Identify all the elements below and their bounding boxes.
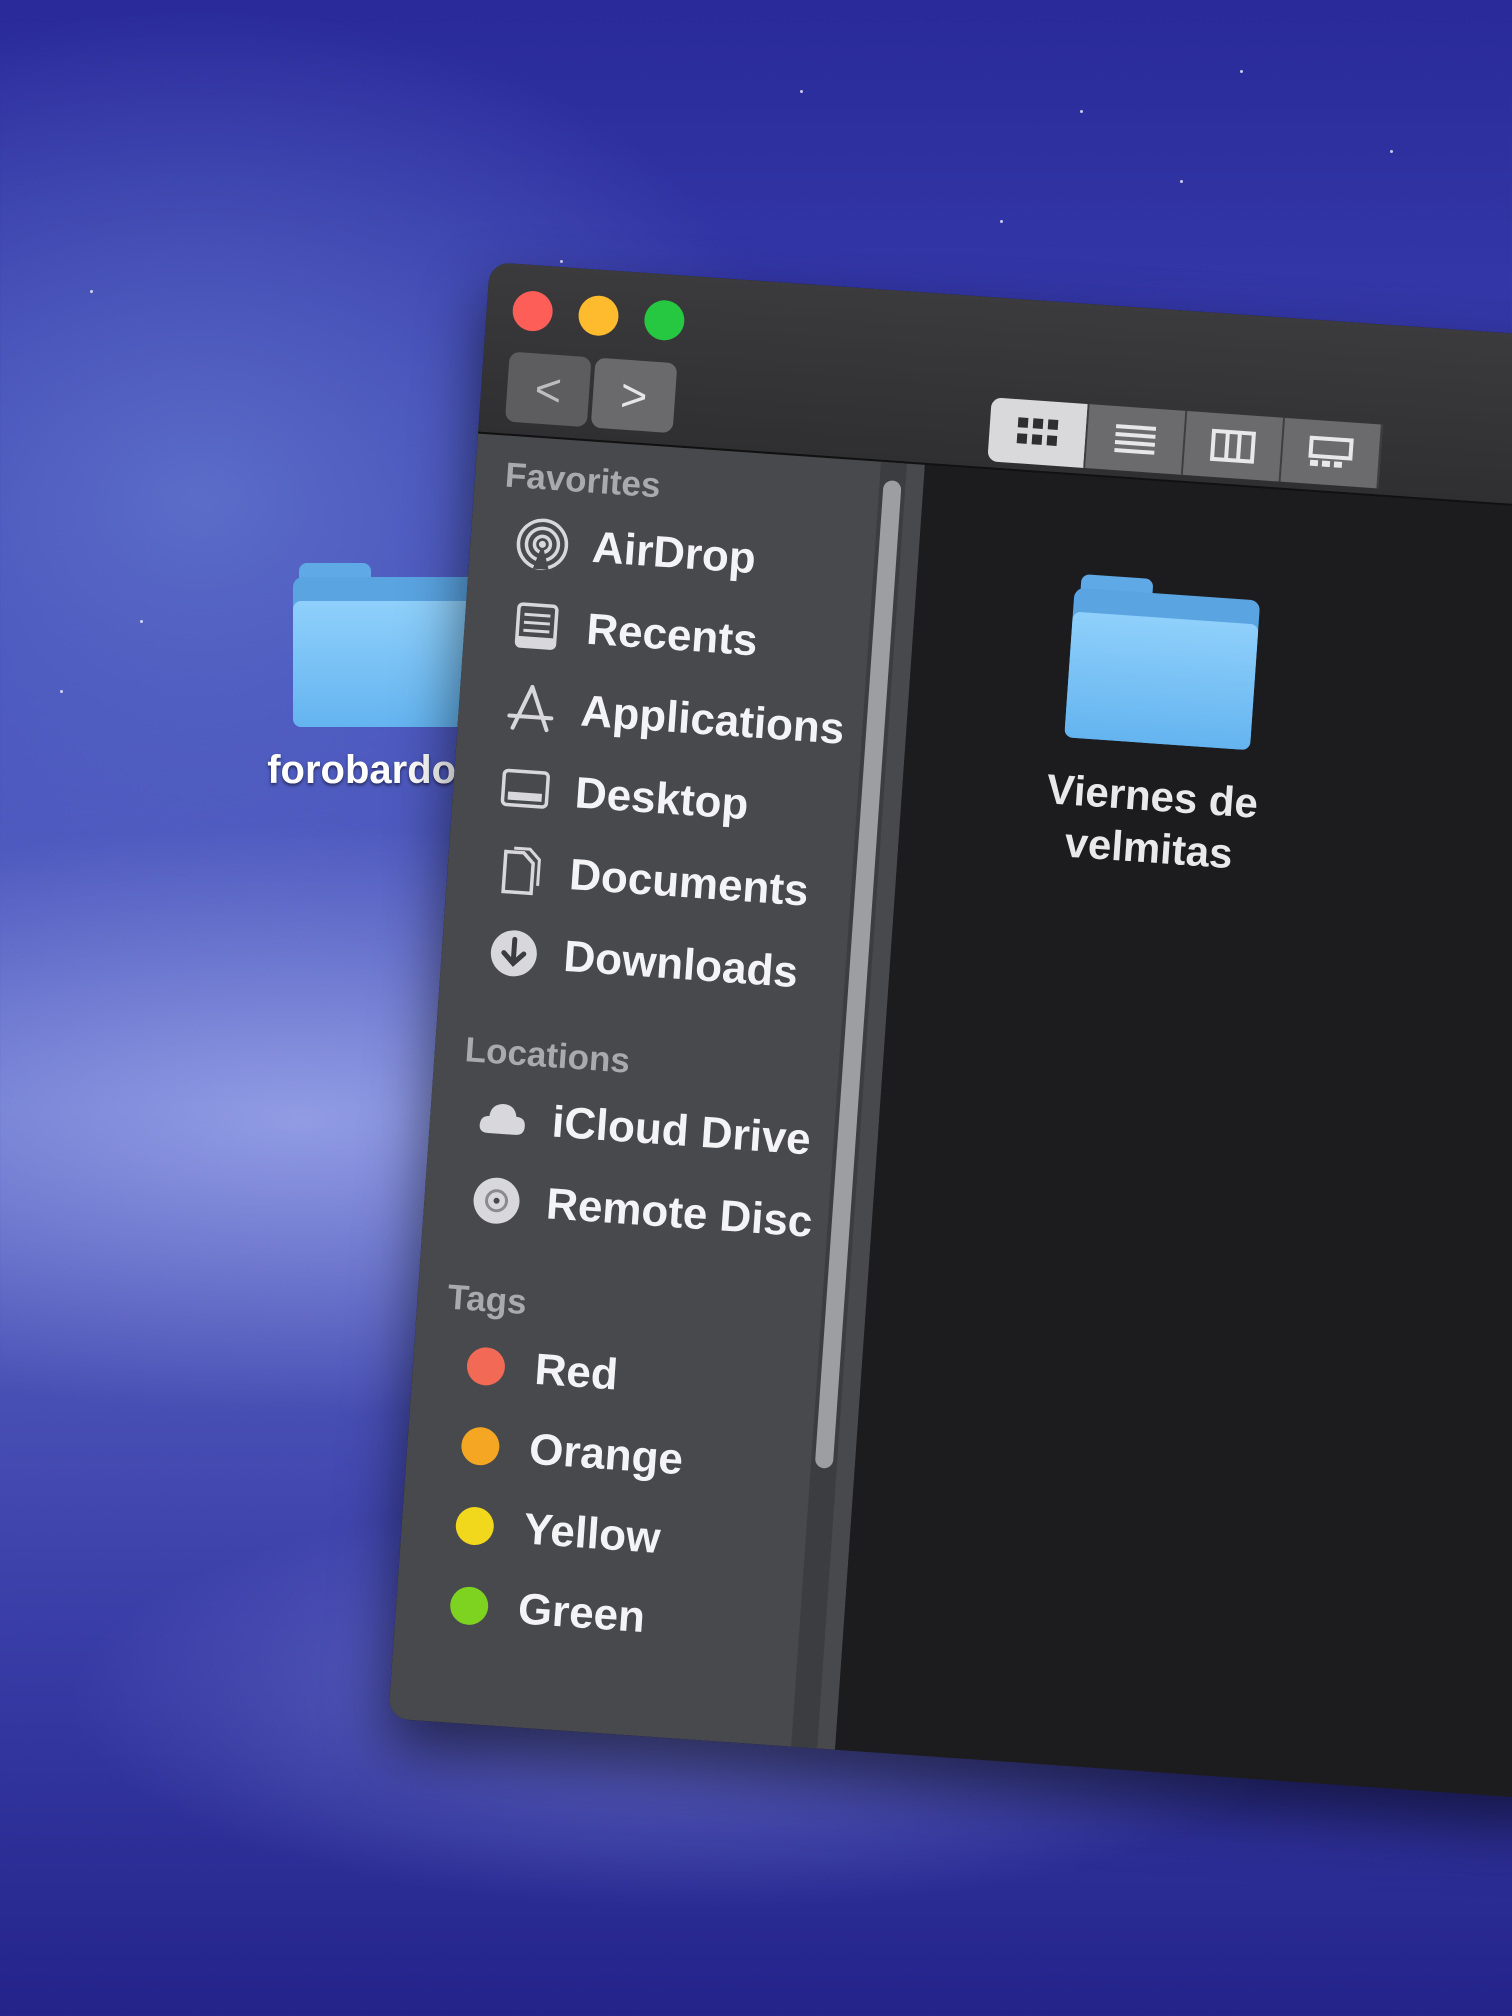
sidebar-item-documents[interactable]: Documents <box>488 840 811 922</box>
minimize-button[interactable] <box>577 294 620 338</box>
star <box>140 620 143 623</box>
sidebar-item-label: Green <box>516 1584 647 1643</box>
locations-header: Locations <box>463 1030 632 1081</box>
finder-window: < > Favorites AirDrop Recents Applicatio… <box>388 262 1512 1801</box>
desktop-icon <box>493 758 557 822</box>
grid-icon <box>1016 417 1059 446</box>
columns-icon <box>1209 428 1257 464</box>
disc-icon <box>465 1169 529 1233</box>
sidebar-item-tag-red[interactable]: Red <box>453 1334 620 1405</box>
icon-view-button[interactable] <box>987 397 1090 469</box>
folder-icon <box>285 555 485 730</box>
sidebar-item-label: Remote Disc <box>544 1179 815 1247</box>
sidebar-item-remote-disc[interactable]: Remote Disc <box>465 1169 815 1253</box>
zoom-button[interactable] <box>643 298 686 342</box>
star <box>1390 150 1393 153</box>
sidebar-item-label: Downloads <box>562 931 800 998</box>
close-button[interactable] <box>511 289 555 333</box>
star <box>1080 110 1083 113</box>
sidebar-item-tag-green[interactable]: Green <box>436 1574 647 1648</box>
red-tag-dot-icon <box>465 1346 507 1387</box>
content-folder-item[interactable]: Viernes de velmitas <box>1007 562 1307 884</box>
sidebar-item-desktop[interactable]: Desktop <box>493 758 750 836</box>
list-icon <box>1114 424 1157 455</box>
sidebar-item-tag-yellow[interactable]: Yellow <box>442 1494 663 1569</box>
sidebar-item-tag-orange[interactable]: Orange <box>447 1414 685 1490</box>
file-content-area: Viernes de velmitas <box>835 464 1512 1801</box>
orange-tag-dot-icon <box>460 1425 501 1467</box>
gallery-icon <box>1308 435 1354 468</box>
star <box>90 290 93 293</box>
recents-icon <box>505 594 569 658</box>
sidebar-item-label: iCloud Drive <box>550 1097 813 1165</box>
star <box>60 690 63 693</box>
yellow-tag-dot-icon <box>454 1505 496 1547</box>
forward-button[interactable]: > <box>590 357 678 434</box>
airdrop-icon <box>510 512 574 576</box>
sidebar-item-label: Desktop <box>573 768 751 830</box>
gallery-view-button[interactable] <box>1280 417 1383 489</box>
star <box>800 90 803 93</box>
chevron-left-icon: < <box>533 362 564 417</box>
star <box>560 260 563 263</box>
star <box>1000 220 1003 223</box>
tags-header: Tags <box>446 1277 528 1323</box>
sidebar-item-airdrop[interactable]: AirDrop <box>510 512 757 589</box>
applications-icon <box>499 676 563 740</box>
column-view-button[interactable] <box>1182 411 1286 482</box>
sidebar: Favorites AirDrop Recents Applications D… <box>388 433 925 1750</box>
sidebar-item-label: Applications <box>579 686 847 754</box>
content-folder-name: Viernes de velmitas <box>1045 765 1260 878</box>
sidebar-item-label: Documents <box>567 850 811 916</box>
sidebar-item-applications[interactable]: Applications <box>499 676 846 760</box>
icloud-icon <box>470 1087 534 1151</box>
star <box>1240 70 1243 73</box>
sidebar-item-label: Recents <box>584 604 760 666</box>
favorites-header: Favorites <box>503 455 662 506</box>
sidebar-item-recents[interactable]: Recents <box>505 594 760 671</box>
sidebar-item-downloads[interactable]: Downloads <box>482 921 800 1003</box>
star <box>1180 180 1183 183</box>
chevron-right-icon: > <box>618 368 650 423</box>
folder-icon <box>1056 565 1268 754</box>
downloads-icon <box>482 921 546 985</box>
back-button[interactable]: < <box>504 351 592 428</box>
sidebar-item-label: Yellow <box>521 1504 663 1563</box>
list-view-button[interactable] <box>1085 404 1188 475</box>
green-tag-dot-icon <box>448 1585 490 1627</box>
sidebar-item-label: Orange <box>527 1424 685 1485</box>
sidebar-item-label: AirDrop <box>590 522 758 584</box>
documents-icon <box>488 840 552 904</box>
sidebar-item-icloud-drive[interactable]: iCloud Drive <box>470 1087 813 1171</box>
sidebar-item-label: Red <box>533 1344 620 1400</box>
